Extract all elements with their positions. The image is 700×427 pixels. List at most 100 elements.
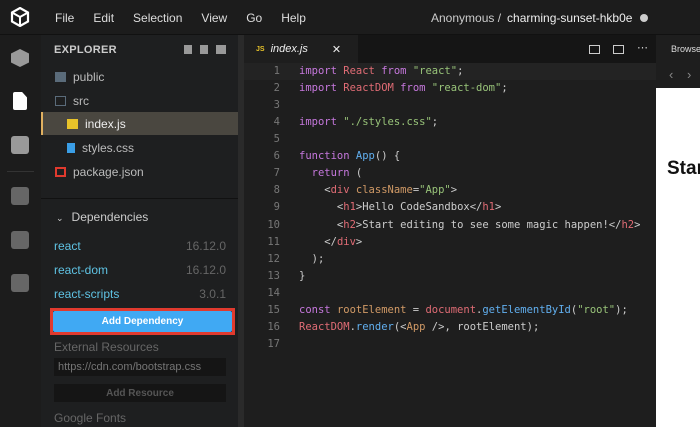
code-editor[interactable]: JS index.js ✕ ⋯ 1 import React from "reac… <box>244 35 656 427</box>
code-line[interactable]: 1 import React from "react"; <box>244 63 656 80</box>
dependencies-header[interactable]: ⌄ Dependencies <box>56 210 148 224</box>
line-text: import "./styles.css"; <box>299 114 438 131</box>
owner-name: Anonymous / <box>431 11 502 25</box>
code-line[interactable]: 2 import ReactDOM from "react-dom"; <box>244 80 656 97</box>
code-token: ; <box>457 65 464 77</box>
split-view-icon[interactable] <box>589 45 600 54</box>
line-number: 10 <box>267 218 280 231</box>
code-token: App <box>406 320 432 333</box>
file-item-index-js[interactable]: index.js <box>41 112 238 135</box>
chevron-down-icon: ⌄ <box>56 213 64 223</box>
code-token: "react" <box>412 65 458 77</box>
line-number: 6 <box>273 150 280 163</box>
add-dependency-button[interactable]: Add Dependency <box>53 311 232 332</box>
line-text: ); <box>299 251 325 268</box>
line-number: 14 <box>267 286 280 299</box>
dependency-item[interactable]: react 16.12.0 <box>54 239 226 253</box>
forward-icon[interactable]: › <box>687 67 691 82</box>
menu-view[interactable]: View <box>201 11 227 25</box>
add-resource-button[interactable]: Add Resource <box>54 384 226 402</box>
code-token: div <box>336 235 356 248</box>
code-line[interactable]: 10 <h2>Start editing to see some magic h… <box>244 217 656 234</box>
top-bar: File Edit Selection View Go Help Anonymo… <box>0 0 700 35</box>
more-options-icon[interactable]: ⋯ <box>637 41 648 54</box>
js-file-icon <box>67 118 78 129</box>
back-icon[interactable]: ‹ <box>669 67 673 82</box>
code-line[interactable]: 16 ReactDOM.render(<App />, rootElement); <box>244 319 656 336</box>
line-text: import ReactDOM from "react-dom"; <box>299 80 508 97</box>
line-text: <h2>Start editing to see some magic happ… <box>299 217 641 234</box>
code-token: import <box>299 116 344 129</box>
menu-file[interactable]: File <box>55 11 74 25</box>
file-item-styles-css[interactable]: styles.css <box>41 136 238 159</box>
explorer-file-icon[interactable] <box>13 92 27 110</box>
code-token: React <box>343 65 382 77</box>
download-icon[interactable] <box>184 45 192 54</box>
code-token: = <box>412 303 426 316</box>
js-icon: JS <box>256 45 265 53</box>
dependency-item[interactable]: react-dom 16.12.0 <box>54 263 226 277</box>
code-token: > <box>450 184 458 197</box>
line-number: 13 <box>267 269 280 282</box>
code-line[interactable]: 9 <h1>Hello CodeSandbox</h1> <box>244 199 656 216</box>
file-item-public[interactable]: public <box>41 65 238 88</box>
file-item-src[interactable]: src <box>41 89 238 112</box>
live-collaboration-icon[interactable] <box>11 274 29 292</box>
menu-help[interactable]: Help <box>281 11 306 25</box>
line-text: </div> <box>299 234 362 251</box>
file-label: index.js <box>85 116 126 131</box>
dependency-item[interactable]: react-scripts 3.0.1 <box>54 287 226 301</box>
code-line[interactable]: 6 function App() { <box>244 148 656 165</box>
code-token: } <box>299 269 306 282</box>
npm-file-icon <box>55 166 66 177</box>
code-token: h1 <box>482 201 496 214</box>
sandbox-info-icon[interactable] <box>11 49 29 67</box>
new-folder-icon[interactable] <box>216 45 226 54</box>
code-token: from <box>400 82 432 95</box>
codesandbox-logo-icon[interactable] <box>10 7 30 27</box>
settings-gear-icon[interactable] <box>11 136 29 154</box>
code-token: "./styles.css" <box>343 116 432 129</box>
code-token: />, rootElement); <box>431 320 540 333</box>
menu-go[interactable]: Go <box>246 11 262 25</box>
line-text: return ( <box>299 165 363 182</box>
code-line[interactable]: 4 import "./styles.css"; <box>244 114 656 131</box>
close-icon[interactable]: ✕ <box>332 43 341 56</box>
code-line[interactable]: 15 const rootElement = document.getElemen… <box>244 302 656 319</box>
folder-icon <box>55 71 66 82</box>
file-item-package-json[interactable]: package.json <box>41 160 238 183</box>
line-number: 12 <box>267 252 280 265</box>
external-resource-input[interactable] <box>54 358 226 376</box>
code-token: ; <box>431 116 439 129</box>
line-number: 2 <box>273 82 280 95</box>
line-text: ReactDOM.render(<App />, rootElement); <box>299 319 539 336</box>
code-line[interactable]: 17 <box>244 336 656 353</box>
code-line[interactable]: 12 ); <box>244 251 656 268</box>
code-token: getElementById <box>482 303 571 316</box>
line-text: import React from "react"; <box>299 63 463 80</box>
code-line[interactable]: 8 <div className="App"> <box>244 182 656 199</box>
code-line[interactable]: 3 <box>244 97 656 114</box>
dependency-version: 16.12.0 <box>185 263 226 277</box>
new-file-icon[interactable] <box>200 45 208 54</box>
menu-selection[interactable]: Selection <box>133 11 182 25</box>
preview-tab[interactable]: Browser <box>671 44 700 54</box>
code-token: < <box>299 201 344 214</box>
sandbox-name[interactable]: charming-sunset-hkb0e <box>507 11 632 25</box>
code-token: rootElement <box>336 303 413 316</box>
code-line[interactable]: 5 <box>244 131 656 148</box>
deploy-rocket-icon[interactable] <box>11 231 29 249</box>
code-token: < <box>299 218 344 231</box>
code-line[interactable]: 14 <box>244 285 656 302</box>
line-number: 5 <box>273 133 280 146</box>
github-icon[interactable] <box>11 187 29 205</box>
preview-window-icon[interactable] <box>613 45 624 54</box>
line-text: <h1>Hello CodeSandbox</h1> <box>299 199 501 216</box>
code-token: "react-dom" <box>431 82 502 95</box>
code-line[interactable]: 11 </div> <box>244 234 656 251</box>
preview-viewport: Start <box>656 88 700 427</box>
tab-index-js[interactable]: JS index.js ✕ <box>244 35 358 63</box>
menu-edit[interactable]: Edit <box>93 11 114 25</box>
code-line[interactable]: 7 return ( <box>244 165 656 182</box>
code-line[interactable]: 13} <box>244 268 656 285</box>
